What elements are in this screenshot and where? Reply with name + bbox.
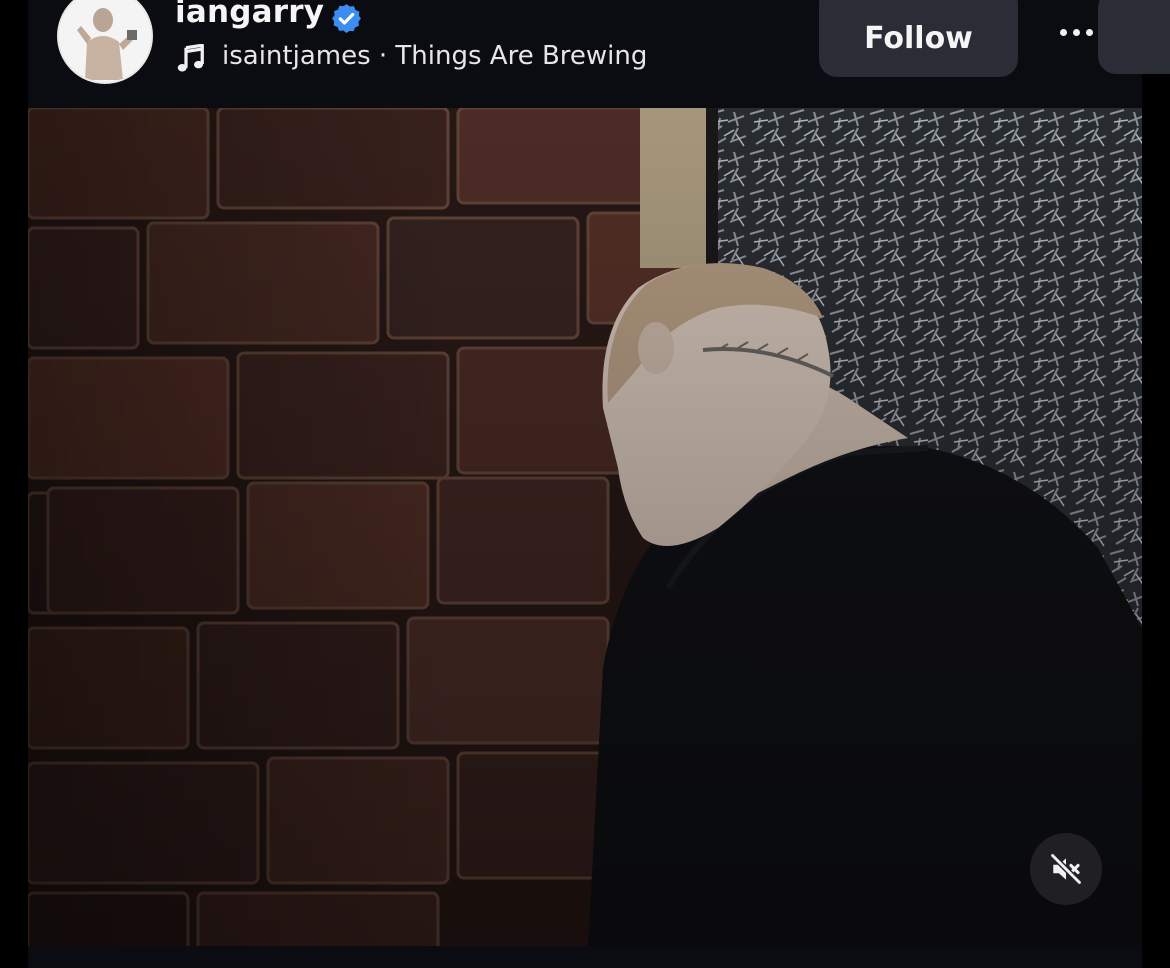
more-dot	[1085, 28, 1093, 36]
username[interactable]: iangarry	[175, 0, 324, 30]
app-screen: iangarry isaintjames · Things Are Brewin…	[0, 0, 1170, 968]
audio-artist: isaintjames	[222, 41, 371, 71]
audio-title: Things Are Brewing	[395, 41, 648, 71]
verified-badge-icon	[332, 4, 361, 33]
more-dot	[1059, 28, 1067, 36]
avatar-image	[59, 0, 151, 82]
post-photo	[28, 108, 1142, 946]
music-note-icon	[177, 44, 204, 72]
follow-button[interactable]: Follow	[819, 0, 1018, 77]
mute-toggle-button[interactable]	[1030, 833, 1102, 905]
post-footer	[28, 946, 1142, 968]
audio-attribution[interactable]: isaintjames · Things Are Brewing	[222, 41, 647, 71]
speaker-muted-icon	[1049, 852, 1083, 886]
more-dot	[1072, 28, 1080, 36]
more-options-icon[interactable]	[1053, 22, 1099, 42]
side-panel-tab[interactable]	[1098, 0, 1170, 74]
audio-separator: ·	[378, 41, 388, 71]
post-media[interactable]	[28, 108, 1142, 946]
